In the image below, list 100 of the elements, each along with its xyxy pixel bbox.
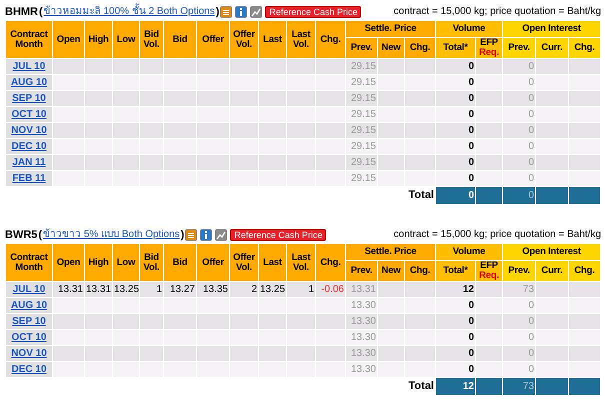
- contract-note: contract = 15,000 kg; price quotation = Baht/kg: [394, 6, 601, 18]
- table-cell: 0: [436, 58, 476, 74]
- table-cell: 29.15: [346, 90, 378, 106]
- column-header: Offer: [196, 20, 230, 58]
- table-cell: 73: [502, 282, 536, 298]
- column-header: Curr.: [536, 260, 569, 282]
- document-icon[interactable]: [185, 229, 198, 241]
- column-header: High: [84, 244, 112, 282]
- table-cell: 0: [502, 298, 536, 314]
- column-header: New: [378, 260, 404, 282]
- column-header: Chg.: [316, 244, 346, 282]
- parenthesis: (: [38, 229, 42, 241]
- table-cell: 0: [436, 330, 476, 346]
- reference-cash-price-button[interactable]: Reference Cash Price: [265, 6, 362, 18]
- table-cell: 0: [502, 170, 536, 186]
- table-cell: 13.27: [164, 282, 196, 298]
- column-header: Chg.: [568, 38, 601, 58]
- table-cell: 0: [502, 346, 536, 362]
- parenthesis: ): [216, 6, 220, 18]
- table-cell: 29.15: [346, 122, 378, 138]
- table-cell: 0: [436, 74, 476, 90]
- table-cell: 1: [286, 282, 316, 298]
- table-cell: 0: [436, 122, 476, 138]
- product-code: BWR5: [5, 229, 38, 241]
- column-group-header: Settle. Price: [346, 20, 436, 38]
- column-header: Prev.: [502, 38, 536, 58]
- info-icon[interactable]: [200, 229, 212, 241]
- table-cell: 29.15: [346, 58, 378, 74]
- total-cell: 12: [436, 378, 476, 396]
- column-header: Low: [112, 20, 140, 58]
- table-cell: 2: [230, 282, 258, 298]
- contract-note: contract = 15,000 kg; price quotation = Baht/kg: [394, 229, 601, 241]
- info-icon[interactable]: [235, 6, 248, 18]
- column-header: Open: [52, 20, 84, 58]
- table-cell: 0: [502, 90, 536, 106]
- column-header: Last Vol.: [286, 20, 316, 58]
- column-header: Bid: [164, 20, 196, 58]
- column-header: Curr.: [536, 38, 569, 58]
- table-cell: 13.31: [52, 282, 84, 298]
- column-header: Last: [258, 244, 286, 282]
- column-header: Bid Vol.: [140, 20, 164, 58]
- column-header: Bid Vol.: [140, 244, 164, 282]
- column-header: Prev.: [346, 38, 378, 58]
- table-cell: 13.30: [346, 346, 378, 362]
- table-cell: 13.30: [346, 362, 378, 378]
- column-header: Last Vol.: [286, 244, 316, 282]
- table-cell: 29.15: [346, 106, 378, 122]
- table-cell: 0: [436, 362, 476, 378]
- column-header: Offer: [196, 244, 230, 282]
- table-cell: 29.15: [346, 138, 378, 154]
- table-cell: 1: [140, 282, 164, 298]
- column-header: New: [378, 38, 404, 58]
- column-header: Contract Month: [6, 244, 52, 282]
- chart-icon[interactable]: [215, 229, 228, 241]
- column-header: Low: [112, 244, 140, 282]
- table-cell: 0: [436, 138, 476, 154]
- product-code: BHMR: [5, 6, 38, 18]
- table-cell: 13.25: [258, 282, 286, 298]
- table-cell: 13.31: [84, 282, 112, 298]
- table-cell: 13.30: [346, 330, 378, 346]
- column-group-header: Volume: [436, 20, 503, 38]
- total-cell: 0: [436, 186, 476, 204]
- table-cell: 0: [502, 74, 536, 90]
- table-cell: 29.15: [346, 154, 378, 170]
- column-header: Total*: [436, 38, 476, 58]
- column-header: Open: [52, 244, 84, 282]
- table-cell: 0: [502, 314, 536, 330]
- column-group-header: Volume: [436, 244, 503, 260]
- parenthesis: ): [180, 229, 184, 241]
- document-icon[interactable]: [220, 6, 232, 18]
- column-header: Prev.: [502, 260, 536, 282]
- parenthesis: (: [39, 6, 43, 18]
- column-header: Chg.: [316, 20, 346, 58]
- table-cell: 0: [502, 122, 536, 138]
- table-cell: 13.30: [346, 298, 378, 314]
- column-header: Offer Vol.: [230, 20, 258, 58]
- table-cell: 0: [502, 58, 536, 74]
- column-header: Contract Month: [6, 20, 52, 58]
- table-cell: 0: [502, 138, 536, 154]
- column-group-header: Open Interest: [502, 20, 601, 38]
- table-cell: 0: [436, 314, 476, 330]
- table-cell: 0: [436, 106, 476, 122]
- table-cell: 0: [436, 170, 476, 186]
- table-cell: 0: [436, 346, 476, 362]
- total-label: Total: [408, 380, 434, 392]
- column-header: Offer Vol.: [230, 244, 258, 282]
- table-cell: 0: [502, 154, 536, 170]
- table-cell: 13.35: [196, 282, 230, 298]
- column-header: Prev.: [346, 260, 378, 282]
- chart-icon[interactable]: [250, 6, 262, 18]
- table-cell: 0: [436, 298, 476, 314]
- product-link[interactable]: ข้าวขาว 5% แบบ Both Options: [43, 229, 180, 241]
- table-cell: 0: [502, 362, 536, 378]
- reference-cash-price-button[interactable]: Reference Cash Price: [230, 229, 326, 241]
- column-group-header: Settle. Price: [346, 244, 436, 260]
- total-cell: 73: [502, 378, 536, 396]
- column-header: Chg.: [404, 38, 436, 58]
- column-header: Last: [258, 20, 286, 58]
- total-label: Total: [408, 189, 434, 201]
- product-link[interactable]: ข้าวหอมมะลิ 100% ชั้น 2 Both Options: [44, 6, 215, 18]
